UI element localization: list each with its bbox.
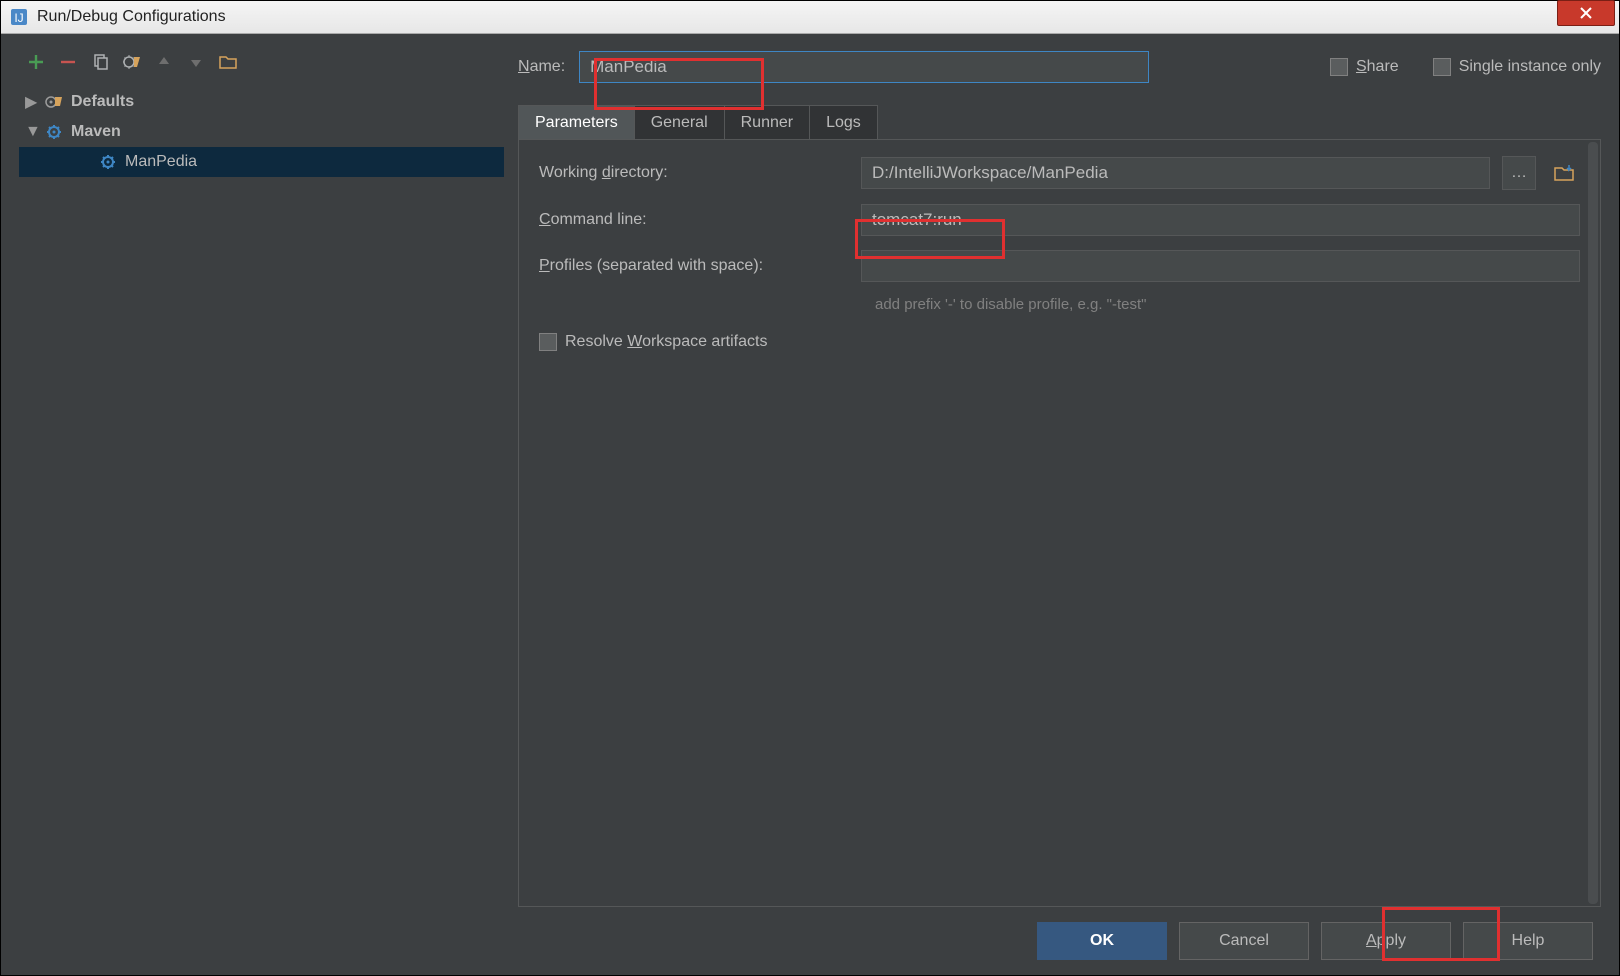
help-button[interactable]: Help [1463, 922, 1593, 960]
tab-runner[interactable]: Runner [725, 106, 810, 140]
command-line-input[interactable] [861, 204, 1580, 236]
name-input[interactable] [579, 51, 1149, 83]
ok-button[interactable]: OK [1037, 922, 1167, 960]
working-directory-label: Working directory: [539, 164, 849, 182]
tab-parameters[interactable]: Parameters [519, 106, 635, 140]
resolve-workspace-checkbox[interactable]: Resolve Workspace artifacts [539, 333, 1580, 351]
tab-bar: Parameters General Runner Logs [518, 105, 878, 140]
checkbox-icon [539, 333, 557, 351]
directory-icon[interactable] [1548, 157, 1580, 189]
close-button[interactable] [1557, 0, 1615, 26]
add-icon[interactable] [27, 53, 45, 71]
expander-icon[interactable]: ▶ [25, 92, 37, 112]
profiles-input[interactable] [861, 250, 1580, 282]
tree-manpedia[interactable]: ManPedia [19, 147, 504, 177]
window-title: Run/Debug Configurations [37, 8, 226, 26]
folder-icon[interactable] [219, 53, 237, 71]
copy-icon[interactable] [91, 53, 109, 71]
client-area: ▶ Defaults ▼ Maven [1, 33, 1619, 975]
checkbox-icon [1330, 58, 1348, 76]
expander-icon[interactable]: ▼ [25, 123, 37, 141]
tree-toolbar [19, 47, 504, 87]
tree-label: ManPedia [125, 153, 197, 171]
config-tree[interactable]: ▶ Defaults ▼ Maven [19, 87, 504, 907]
right-pane: Name: Share Single instance only Paramet… [504, 47, 1601, 907]
name-row: Name: Share Single instance only [518, 47, 1601, 87]
app-icon: IJ [9, 7, 29, 27]
tree-maven[interactable]: ▼ Maven [19, 117, 504, 147]
browse-icon[interactable]: … [1502, 156, 1536, 190]
tree-label: Defaults [71, 93, 134, 111]
button-bar: OK Cancel Apply Help [1, 907, 1619, 975]
remove-icon[interactable] [59, 53, 77, 71]
titlebar: IJ Run/Debug Configurations [1, 1, 1619, 34]
scrollbar[interactable] [1588, 142, 1598, 904]
name-label: Name: [518, 58, 565, 76]
working-directory-input[interactable] [861, 157, 1490, 189]
edit-defaults-icon[interactable] [123, 53, 141, 71]
tree-label: Maven [71, 123, 121, 141]
left-pane: ▶ Defaults ▼ Maven [19, 47, 504, 907]
tab-general[interactable]: General [635, 106, 725, 140]
move-down-icon[interactable] [187, 53, 205, 71]
profiles-hint: add prefix '-' to disable profile, e.g. … [875, 296, 1580, 313]
single-instance-label: Single instance only [1459, 58, 1601, 76]
svg-text:IJ: IJ [14, 11, 23, 25]
cancel-button[interactable]: Cancel [1179, 922, 1309, 960]
gear-icon [45, 123, 63, 141]
tab-logs[interactable]: Logs [810, 106, 877, 140]
content: ▶ Defaults ▼ Maven [1, 33, 1619, 907]
profiles-label: Profiles (separated with space): [539, 257, 849, 275]
dialog-window: IJ Run/Debug Configurations [0, 0, 1620, 976]
checkbox-icon [1433, 58, 1451, 76]
command-line-label: Command line: [539, 211, 849, 229]
share-checkbox[interactable]: Share [1330, 58, 1399, 76]
single-instance-checkbox[interactable]: Single instance only [1433, 58, 1601, 76]
gear-icon [99, 153, 117, 171]
command-line-row: Command line: [539, 204, 1580, 236]
apply-button[interactable]: Apply [1321, 922, 1451, 960]
tree-defaults[interactable]: ▶ Defaults [19, 87, 504, 117]
working-directory-row: Working directory: … [539, 156, 1580, 190]
move-up-icon[interactable] [155, 53, 173, 71]
wrench-icon [45, 93, 63, 111]
parameters-pane: Working directory: … Command line: Profi… [518, 139, 1601, 907]
profiles-row: Profiles (separated with space): [539, 250, 1580, 282]
